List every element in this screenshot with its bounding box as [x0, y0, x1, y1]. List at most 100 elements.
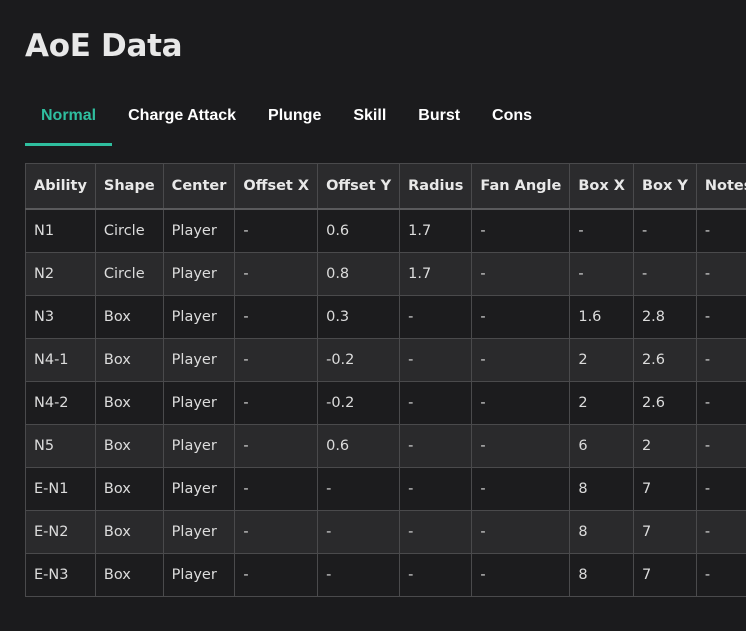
- table-header-row: Ability Shape Center Offset X Offset Y Radius…: [25, 163, 746, 210]
- table-cell: -: [471, 252, 571, 296]
- table-cell: -: [569, 208, 634, 253]
- aoe-data-page: AoE Data Normal Charge Attack Plunge Skill B…: [0, 0, 746, 631]
- table-cell: -: [234, 381, 319, 425]
- table-cell: -0.2: [317, 338, 401, 382]
- column-header-ability: Ability: [25, 163, 96, 210]
- table-cell: -: [695, 467, 746, 511]
- table-cell: -: [234, 208, 319, 253]
- table-cell: 7: [632, 467, 697, 511]
- table-cell: N2: [25, 252, 96, 296]
- table-cell: 2.6: [632, 381, 697, 425]
- tab-charge-attack[interactable]: Charge Attack: [112, 90, 252, 142]
- table-cell: -: [471, 338, 571, 382]
- table-cell: Player: [162, 295, 236, 339]
- tab-cons[interactable]: Cons: [476, 90, 548, 142]
- table-cell: N1: [25, 208, 96, 253]
- column-header-box-y: Box Y: [632, 163, 697, 210]
- column-header-notes: Notes: [695, 163, 746, 210]
- table-cell: N3: [25, 295, 96, 339]
- table-cell: -: [399, 510, 473, 554]
- table-cell: -: [569, 252, 634, 296]
- table-cell: Player: [162, 381, 236, 425]
- table-cell: -: [399, 295, 473, 339]
- table-row: E-N1 Box Player - - - -8 7-: [25, 467, 746, 511]
- table-cell: 0.6: [317, 424, 401, 468]
- tab-plunge[interactable]: Plunge: [252, 90, 337, 142]
- table-cell: -: [471, 424, 571, 468]
- table-row: E-N2 Box Player - - - -8 7-: [25, 510, 746, 554]
- table-cell: -: [234, 295, 319, 339]
- page-title: AoE Data: [25, 28, 183, 64]
- table-row: N3 Box Player -0.3- -1.6 2.8-: [25, 295, 746, 339]
- table-cell: N4-1: [25, 338, 96, 382]
- table-cell: E-N1: [25, 467, 96, 511]
- table-cell: 2.8: [632, 295, 697, 339]
- table-cell: Box: [94, 467, 164, 511]
- table-cell: -: [471, 295, 571, 339]
- table-cell: Box: [94, 381, 164, 425]
- column-header-offset-y: Offset Y: [317, 163, 401, 210]
- table-cell: -: [399, 381, 473, 425]
- table-cell: Circle: [94, 208, 164, 253]
- table-cell: E-N2: [25, 510, 96, 554]
- table-cell: -: [234, 424, 319, 468]
- table-cell: -: [317, 467, 401, 511]
- table-cell: Box: [94, 338, 164, 382]
- column-header-shape: Shape: [94, 163, 164, 210]
- table-cell: 6: [569, 424, 634, 468]
- table-cell: 2: [632, 424, 697, 468]
- table-cell: -: [471, 553, 571, 597]
- tab-burst[interactable]: Burst: [402, 90, 476, 142]
- table-cell: -: [695, 510, 746, 554]
- table-cell: 0.8: [317, 252, 401, 296]
- table-cell: -: [471, 381, 571, 425]
- table-cell: -: [695, 338, 746, 382]
- table-row: N4-1 Box Player - -0.2- -2 2.6-: [25, 338, 746, 382]
- ability-tabs: Normal Charge Attack Plunge Skill Burst Cons: [25, 94, 548, 146]
- table-cell: -: [695, 381, 746, 425]
- table-body: N1 Circle Player -0.6 1.7- - - - N2 Circle Player -…: [25, 208, 746, 597]
- table-row: N2 Circle Player -0.8 1.7- - - -: [25, 252, 746, 296]
- table-cell: Player: [162, 338, 236, 382]
- table-row: E-N3 Box Player - - - -8 7-: [25, 553, 746, 597]
- tab-skill[interactable]: Skill: [337, 90, 402, 142]
- column-header-center: Center: [162, 163, 236, 210]
- table-cell: Player: [162, 252, 236, 296]
- table-cell: -: [632, 252, 697, 296]
- table-cell: -: [695, 295, 746, 339]
- table-row: N4-2 Box Player - -0.2- -2 2.6-: [25, 381, 746, 425]
- column-header-fan-angle: Fan Angle: [471, 163, 571, 210]
- table-cell: E-N3: [25, 553, 96, 597]
- table-cell: 1.7: [399, 252, 473, 296]
- table-cell: 0.6: [317, 208, 401, 253]
- table-cell: 7: [632, 553, 697, 597]
- column-header-box-x: Box X: [569, 163, 634, 210]
- table-cell: Player: [162, 467, 236, 511]
- table-cell: 0.3: [317, 295, 401, 339]
- column-header-radius: Radius: [399, 163, 473, 210]
- table-cell: -0.2: [317, 381, 401, 425]
- table-cell: -: [471, 510, 571, 554]
- table-cell: -: [695, 208, 746, 253]
- table-cell: 1.6: [569, 295, 634, 339]
- table-cell: 8: [569, 467, 634, 511]
- table-cell: -: [234, 553, 319, 597]
- table-cell: Box: [94, 510, 164, 554]
- table-cell: -: [234, 338, 319, 382]
- table-cell: Player: [162, 553, 236, 597]
- table-cell: Circle: [94, 252, 164, 296]
- table-cell: -: [317, 553, 401, 597]
- table-row: N5 Box Player -0.6- -6 2-: [25, 424, 746, 468]
- tab-normal[interactable]: Normal: [25, 90, 113, 146]
- table-cell: 2: [569, 338, 634, 382]
- table-cell: -: [399, 467, 473, 511]
- table-cell: 8: [569, 553, 634, 597]
- table-cell: -: [234, 510, 319, 554]
- table-cell: Box: [94, 424, 164, 468]
- table-cell: -: [471, 467, 571, 511]
- table-cell: N5: [25, 424, 96, 468]
- table-cell: Box: [94, 295, 164, 339]
- table-cell: 7: [632, 510, 697, 554]
- table-cell: Player: [162, 208, 236, 253]
- aoe-table: Ability Shape Center Offset X Offset Y Radius…: [25, 163, 746, 597]
